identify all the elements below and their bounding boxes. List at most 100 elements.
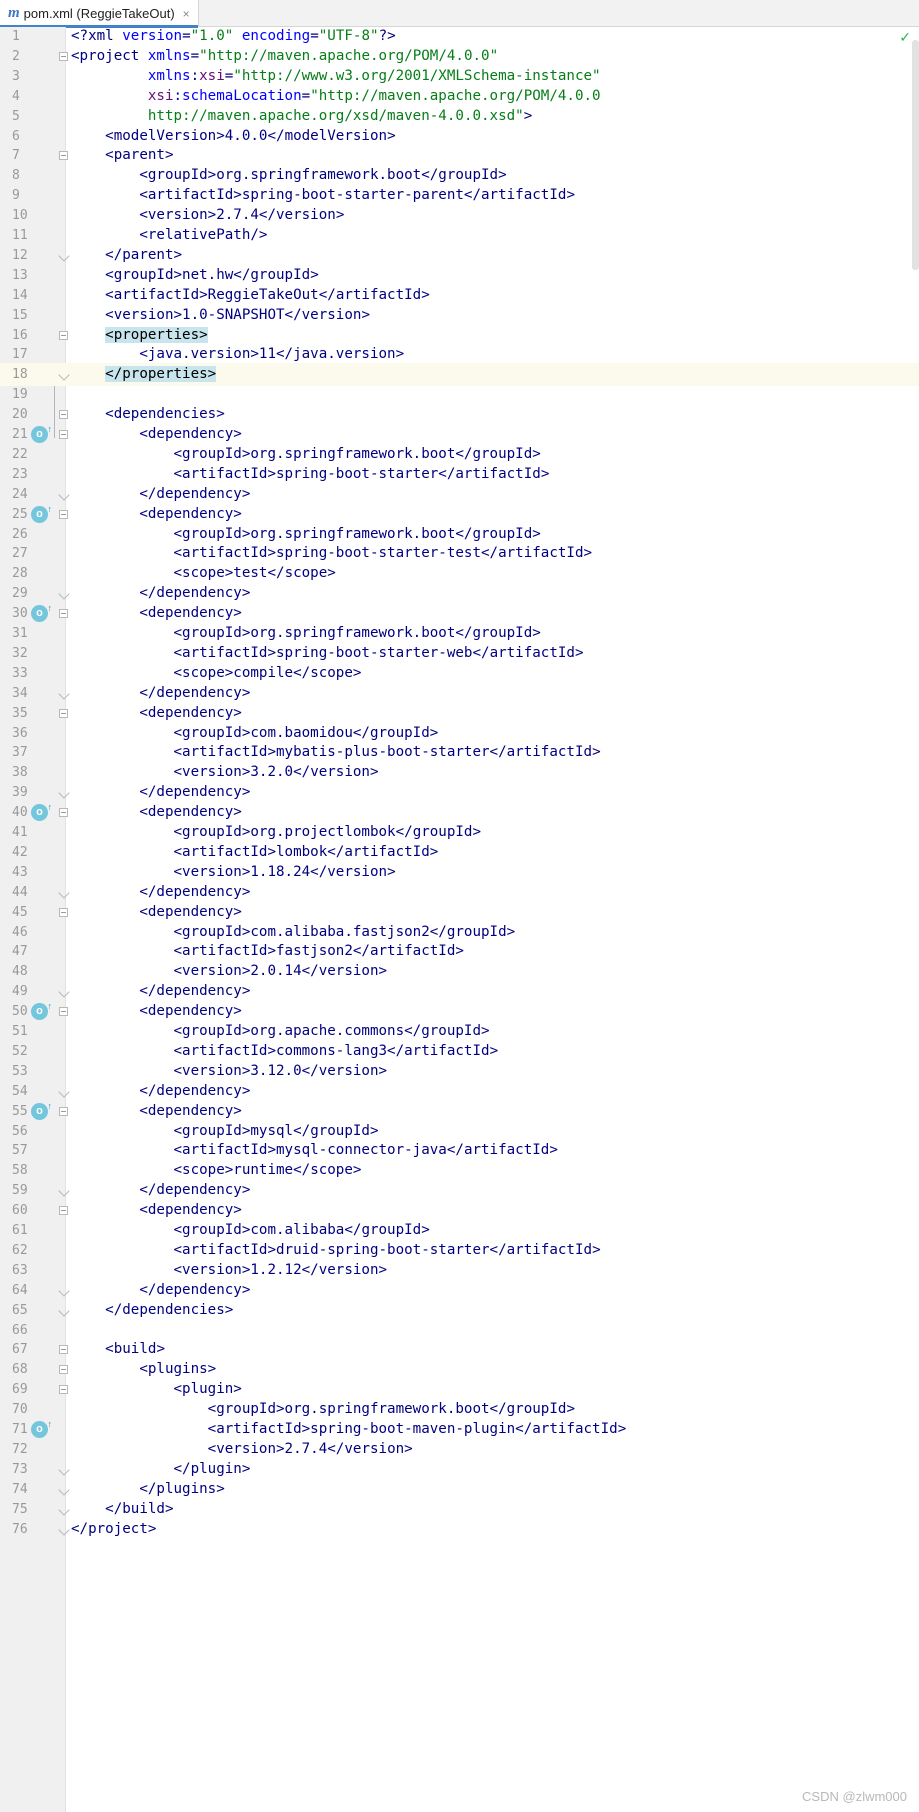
- code-text[interactable]: </project>: [71, 1518, 156, 1541]
- fold-collapse-icon[interactable]: [59, 808, 68, 818]
- tab-pom-xml[interactable]: m pom.xml (ReggieTakeOut) ×: [0, 0, 199, 28]
- code-token: version: [310, 764, 370, 781]
- vertical-scrollbar[interactable]: [912, 40, 919, 270]
- code-token: <: [71, 1102, 148, 1119]
- overridden-dependency-icon[interactable]: o: [31, 1098, 52, 1120]
- code-token: artifactId: [455, 465, 541, 482]
- fold-end-icon[interactable]: [59, 1505, 68, 1514]
- code-token: dependencies: [122, 1301, 225, 1318]
- code-token: scope: [182, 664, 225, 681]
- code-token: >: [617, 1421, 627, 1437]
- code-token: project: [79, 47, 148, 64]
- fold-collapse-icon[interactable]: [59, 410, 68, 420]
- code-token: >compile</: [224, 664, 311, 681]
- fold-end-icon[interactable]: [59, 1525, 68, 1534]
- fold-end-icon[interactable]: [59, 1485, 68, 1494]
- code-token: >org.projectlombok</: [241, 824, 413, 840]
- fold-collapse-icon[interactable]: [59, 430, 68, 439]
- code-token: </: [71, 246, 123, 263]
- code-token: >: [532, 445, 541, 462]
- code-editor[interactable]: 1 <?xml version="1.0" encoding="UTF-8"?> 2…: [0, 27, 919, 1812]
- code-token: <: [71, 1222, 183, 1238]
- code-token: dependency: [156, 485, 242, 502]
- code-token: ?>: [378, 28, 396, 44]
- fold-collapse-icon[interactable]: [59, 1206, 68, 1216]
- fold-end-icon[interactable]: [59, 1465, 68, 1474]
- code-token: >: [147, 1520, 157, 1537]
- fold-end-icon[interactable]: [59, 589, 68, 598]
- overridden-dependency-icon[interactable]: o: [31, 799, 52, 822]
- code-token: >: [233, 1102, 242, 1119]
- code-line[interactable]: 76 </project>: [0, 1518, 919, 1541]
- overridden-dependency-icon[interactable]: o: [31, 1416, 52, 1438]
- code-token: groupId: [113, 266, 174, 283]
- fold-collapse-icon[interactable]: [59, 51, 68, 61]
- code-token: >: [216, 406, 225, 423]
- fold-end-icon[interactable]: [59, 1306, 68, 1315]
- fold-collapse-icon[interactable]: [59, 907, 68, 917]
- fold-collapse-icon[interactable]: [59, 1365, 68, 1375]
- code-token: build: [113, 1341, 157, 1358]
- fold-end-icon[interactable]: [59, 1186, 68, 1195]
- code-token: version: [344, 1440, 405, 1457]
- code-token: <: [71, 1261, 183, 1278]
- fold-collapse-icon[interactable]: [59, 1106, 68, 1116]
- code-token: <: [71, 1062, 183, 1079]
- code-token: =: [301, 87, 311, 104]
- fold-collapse-icon[interactable]: [59, 609, 68, 619]
- fold-end-icon[interactable]: [59, 689, 68, 698]
- fold-collapse-icon[interactable]: [59, 708, 68, 718]
- fold-end-icon[interactable]: [59, 788, 68, 797]
- fold-end-icon[interactable]: [59, 987, 68, 996]
- code-token: <: [71, 346, 148, 363]
- inspection-ok-icon[interactable]: ✓: [899, 30, 911, 46]
- overridden-dependency-icon[interactable]: o: [31, 998, 52, 1021]
- code-token: plugin: [190, 1460, 242, 1477]
- fold-collapse-icon[interactable]: [59, 330, 68, 340]
- code-token: artifactId: [182, 1241, 268, 1258]
- overridden-dependency-icon[interactable]: o: [31, 421, 52, 443]
- code-token: >: [241, 784, 251, 801]
- fold-end-icon[interactable]: [59, 251, 68, 260]
- fold-end-icon[interactable]: [59, 370, 68, 379]
- code-token: parent: [122, 246, 174, 263]
- code-token: groupId: [472, 445, 533, 462]
- code-token: groupId: [182, 445, 242, 462]
- code-token: groupId: [182, 1023, 242, 1039]
- code-token: >: [352, 1162, 362, 1179]
- close-icon[interactable]: ×: [183, 7, 190, 21]
- code-token: schemaLocation: [182, 87, 302, 104]
- overridden-dependency-icon[interactable]: o: [31, 600, 52, 623]
- code-token: >: [378, 963, 388, 980]
- code-token: groupId: [412, 824, 473, 840]
- code-token: <?: [71, 28, 89, 44]
- code-token: "UTF-8": [318, 28, 379, 44]
- fold-collapse-icon[interactable]: [59, 151, 68, 161]
- fold-collapse-icon[interactable]: [59, 1385, 68, 1395]
- code-token: artifactId: [182, 545, 268, 562]
- code-token: >: [241, 1182, 251, 1199]
- code-token: <: [71, 863, 183, 880]
- code-token: >org.apache.commons</: [241, 1023, 422, 1039]
- code-token: >: [241, 684, 251, 701]
- code-token: >org.springframework.boot</: [241, 525, 473, 542]
- fold-collapse-icon[interactable]: [59, 1007, 68, 1017]
- fold-collapse-icon[interactable]: [59, 1345, 68, 1355]
- fold-end-icon[interactable]: [59, 1286, 68, 1295]
- code-token: >: [498, 167, 507, 184]
- code-token: scope: [310, 664, 353, 681]
- code-token: artifactId: [489, 644, 575, 661]
- code-token: scope: [284, 565, 328, 582]
- fold-end-icon[interactable]: [59, 490, 68, 499]
- code-token: <: [71, 1023, 183, 1039]
- code-token: dependency: [156, 983, 242, 1000]
- code-token: </: [71, 1520, 89, 1537]
- code-token: dependency: [147, 505, 234, 522]
- overridden-dependency-icon[interactable]: o: [31, 501, 52, 523]
- fold-collapse-icon[interactable]: [59, 509, 68, 519]
- fold-end-icon[interactable]: [59, 1087, 68, 1096]
- code-token: groupId: [506, 1401, 567, 1418]
- fold-end-icon[interactable]: [59, 888, 68, 897]
- code-token: >: [310, 266, 319, 283]
- code-token: <: [71, 505, 148, 522]
